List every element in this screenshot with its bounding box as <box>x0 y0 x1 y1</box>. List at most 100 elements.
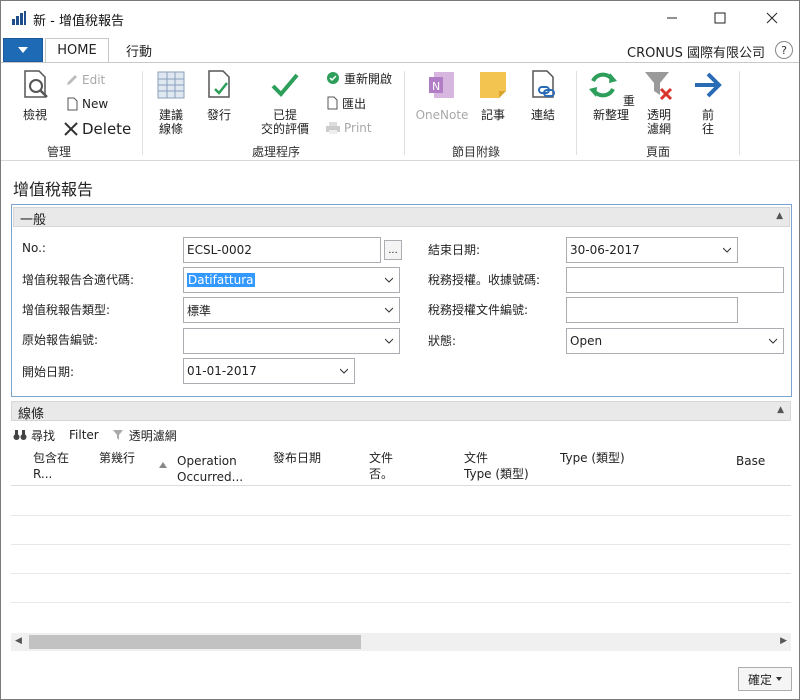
submitted-button[interactable]: 已提 交的評價 <box>255 69 315 136</box>
report-type-select[interactable]: 標準 <box>183 297 400 323</box>
notes-button[interactable]: 記事 <box>475 69 511 122</box>
column-header[interactable]: 文件 否。 <box>369 450 393 482</box>
start-date-label: 開始日期: <box>22 365 75 379</box>
orig-report-select[interactable] <box>183 328 400 354</box>
tax-auth-receipt-field[interactable] <box>566 267 784 293</box>
view-label: 檢視 <box>22 108 47 122</box>
clear-filter-button[interactable]: 透明 濾網 <box>641 69 677 136</box>
help-icon[interactable]: ? <box>775 41 793 59</box>
column-header[interactable]: 第幾行 <box>99 450 135 466</box>
close-button[interactable] <box>749 1 795 35</box>
orig-report-label: 原始報告編號: <box>22 333 99 347</box>
report-type-label: 增值稅報告類型: <box>22 303 111 317</box>
lines-fasttab-header[interactable]: 線條 ▲ <box>11 401 791 422</box>
column-header[interactable]: 文件 Type (類型) <box>464 450 529 482</box>
config-code-select[interactable]: Datifattura <box>183 267 400 293</box>
release-label: 發行 <box>206 108 231 122</box>
no-assist-button[interactable]: ... <box>384 240 402 260</box>
general-header-label: 一般 <box>20 213 47 228</box>
export-label: 匯出 <box>342 96 367 111</box>
delete-label: Delete <box>82 120 132 138</box>
print-button[interactable]: Print <box>325 119 372 137</box>
minimize-button[interactable] <box>649 1 695 35</box>
collapse-icon[interactable]: ▲ <box>777 405 784 415</box>
table-row[interactable] <box>11 573 791 574</box>
ok-button[interactable]: 確定 <box>738 667 792 691</box>
end-date-field[interactable]: 30-06-2017 <box>566 237 738 263</box>
next-button[interactable]: 前 往 <box>691 69 725 136</box>
next-label-2: 往 <box>701 122 714 136</box>
links-button[interactable]: 連結 <box>525 69 561 122</box>
ribbon-separator <box>739 71 740 155</box>
no-label: No.: <box>22 241 46 255</box>
table-row[interactable] <box>11 515 791 516</box>
title-bar: 新 - 增值稅報告 <box>1 1 799 35</box>
ribbon-tabstrip: HOME 行動 CRONUS 國際有限公司 ? <box>1 35 799 63</box>
new-label: New <box>82 97 109 111</box>
group-label-process: 處理程序 <box>251 145 300 159</box>
start-date-value: 01-01-2017 <box>187 364 257 378</box>
status-select[interactable]: Open <box>566 328 784 354</box>
lines-toolbar: 尋找 Filter 透明濾網 <box>13 426 177 444</box>
submitted-label-1: 已提 <box>272 108 297 122</box>
tab-home[interactable]: HOME <box>45 38 109 63</box>
clear-filter-label-1: 透明 <box>646 108 671 122</box>
column-header[interactable]: Base <box>736 453 765 469</box>
column-header[interactable]: 包含在 R... <box>33 450 69 482</box>
view-icon <box>24 70 48 98</box>
delete-button[interactable]: Delete <box>63 120 131 138</box>
dropdown-triangle-icon <box>18 47 28 53</box>
collapse-icon[interactable]: ▲ <box>776 211 783 221</box>
chevron-down-icon <box>385 338 393 344</box>
table-row[interactable] <box>11 602 791 603</box>
onenote-label: OneNote <box>415 108 469 122</box>
table-row[interactable] <box>11 544 791 545</box>
status-label: 狀態: <box>428 334 457 348</box>
column-header[interactable]: Operation Occurred... <box>177 453 243 485</box>
release-button[interactable]: 發行 <box>199 69 239 122</box>
tax-auth-receipt-label: 稅務授權。收據號碼: <box>428 273 541 287</box>
clear-filter-lines-button[interactable]: 透明濾網 <box>112 427 177 444</box>
page-title: 增值稅報告 <box>13 180 94 199</box>
lines-grid-body[interactable] <box>11 486 791 632</box>
ribbon-separator <box>404 71 405 155</box>
scrollbar-thumb[interactable] <box>29 635 361 649</box>
tax-auth-doc-field[interactable] <box>566 297 738 323</box>
app-menu-button[interactable] <box>3 38 43 62</box>
column-header[interactable]: 發布日期 <box>273 450 321 466</box>
view-button[interactable]: 檢視 <box>15 69 55 122</box>
clear-filter-icon <box>645 72 673 101</box>
onenote-icon: N <box>429 72 454 98</box>
filter-button[interactable]: Filter <box>69 428 99 442</box>
reopen-button[interactable]: 重新開啟 <box>325 69 392 87</box>
no-value: ECSL-0002 <box>187 243 252 257</box>
no-field[interactable]: ECSL-0002 <box>183 237 381 263</box>
new-button[interactable]: New <box>65 95 108 113</box>
next-label-1: 前 <box>701 108 714 122</box>
suggest-lines-button[interactable]: 建議 線條 <box>151 69 191 136</box>
start-date-field[interactable]: 01-01-2017 <box>183 358 355 384</box>
chevron-down-icon <box>769 338 777 344</box>
suggest-lines-label-2: 線條 <box>158 122 183 136</box>
chevron-down-icon <box>385 277 393 283</box>
company-name[interactable]: CRONUS 國際有限公司 <box>627 42 765 61</box>
tab-actions[interactable]: 行動 <box>113 38 165 63</box>
refresh-button[interactable]: 重新整理 <box>585 69 637 122</box>
suggest-lines-icon <box>157 71 185 99</box>
find-label: 尋找 <box>31 428 56 443</box>
lines-grid-header: 包含在 R... 第幾行 Operation Occurred... 發布日期 文件… <box>11 446 791 486</box>
delete-x-icon <box>64 122 78 136</box>
export-button[interactable]: 匯出 <box>325 94 366 112</box>
end-date-value: 30-06-2017 <box>570 243 640 257</box>
binoculars-icon <box>13 430 27 440</box>
scroll-right-icon[interactable]: ▶ <box>780 636 787 646</box>
scroll-left-icon[interactable]: ◀ <box>15 636 22 646</box>
horizontal-scrollbar[interactable]: ◀ ▶ <box>11 633 791 651</box>
find-button[interactable]: 尋找 <box>13 427 55 444</box>
onenote-button[interactable]: N OneNote <box>411 69 473 122</box>
general-fasttab-header[interactable]: 一般 ▲ <box>13 207 790 228</box>
maximize-button[interactable] <box>697 1 743 35</box>
chevron-down-icon <box>776 677 782 681</box>
edit-button[interactable]: Edit <box>65 71 105 89</box>
column-header[interactable]: Type (類型) <box>560 450 625 466</box>
